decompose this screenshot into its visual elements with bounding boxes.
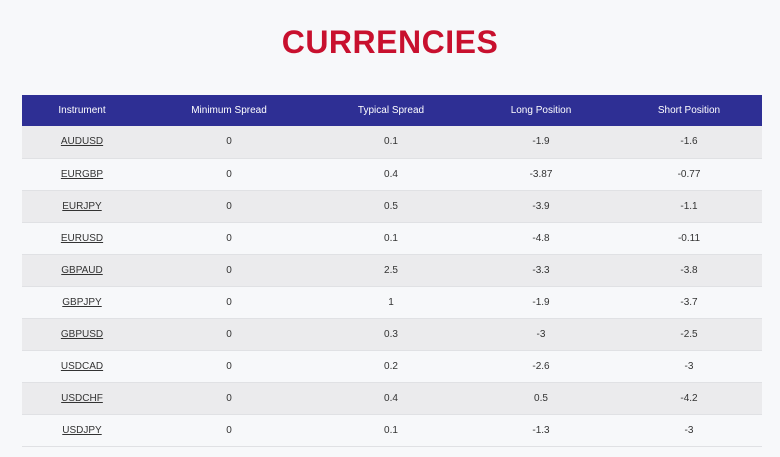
table-row: GBPJPY 0 1 -1.9 -3.7 bbox=[22, 286, 762, 319]
instrument-link[interactable]: GBPAUD bbox=[61, 265, 103, 276]
short-position-cell: -0.77 bbox=[616, 158, 762, 191]
minimum-spread-cell: 0 bbox=[142, 190, 316, 223]
table-row: EURUSD 0 0.1 -4.8 -0.11 bbox=[22, 222, 762, 255]
currencies-table: Instrument Minimum Spread Typical Spread… bbox=[22, 95, 762, 447]
instrument-link[interactable]: GBPJPY bbox=[62, 297, 101, 308]
short-position-cell: -3 bbox=[616, 350, 762, 383]
short-position-cell: -0.11 bbox=[616, 222, 762, 255]
table-body: AUDUSD 0 0.1 -1.9 -1.6 EURGBP 0 0.4 -3.87 -0.77 EU… bbox=[22, 126, 762, 447]
instrument-cell: GBPUSD bbox=[22, 318, 142, 351]
minimum-spread-cell: 0 bbox=[142, 158, 316, 191]
long-position-cell: -1.9 bbox=[466, 286, 616, 319]
typical-spread-cell: 0.2 bbox=[316, 350, 466, 383]
table-row: EURJPY 0 0.5 -3.9 -1.1 bbox=[22, 190, 762, 223]
table-row: EURGBP 0 0.4 -3.87 -0.77 bbox=[22, 158, 762, 191]
minimum-spread-cell: 0 bbox=[142, 254, 316, 287]
long-position-cell: -1.9 bbox=[466, 126, 616, 159]
column-header-instrument: Instrument bbox=[58, 105, 106, 116]
table-row: USDJPY 0 0.1 -1.3 -3 bbox=[22, 414, 762, 447]
minimum-spread-cell: 0 bbox=[142, 350, 316, 383]
instrument-cell: AUDUSD bbox=[22, 126, 142, 159]
currencies-table-container: Instrument Minimum Spread Typical Spread… bbox=[22, 95, 762, 447]
minimum-spread-cell: 0 bbox=[142, 222, 316, 255]
long-position-cell: -3 bbox=[466, 318, 616, 351]
minimum-spread-cell: 0 bbox=[142, 414, 316, 447]
typical-spread-cell: 2.5 bbox=[316, 254, 466, 287]
table-row: AUDUSD 0 0.1 -1.9 -1.6 bbox=[22, 126, 762, 159]
minimum-spread-cell: 0 bbox=[142, 318, 316, 351]
table-row: GBPAUD 0 2.5 -3.3 -3.8 bbox=[22, 254, 762, 287]
instrument-link[interactable]: GBPUSD bbox=[61, 329, 103, 340]
table-row: USDCHF 0 0.4 0.5 -4.2 bbox=[22, 382, 762, 415]
table-row: USDCAD 0 0.2 -2.6 -3 bbox=[22, 350, 762, 383]
short-position-cell: -1.1 bbox=[616, 190, 762, 223]
column-header-typical-spread: Typical Spread bbox=[357, 105, 425, 116]
long-position-cell: -3.87 bbox=[466, 158, 616, 191]
long-position-cell: -3.3 bbox=[466, 254, 616, 287]
instrument-link[interactable]: EURGBP bbox=[61, 169, 103, 180]
instrument-cell: GBPJPY bbox=[22, 286, 142, 319]
instrument-link[interactable]: AUDUSD bbox=[61, 136, 103, 147]
typical-spread-cell: 0.1 bbox=[316, 126, 466, 159]
long-position-cell: -3.9 bbox=[466, 190, 616, 223]
instrument-cell: USDJPY bbox=[22, 414, 142, 447]
minimum-spread-cell: 0 bbox=[142, 286, 316, 319]
short-position-cell: -3.8 bbox=[616, 254, 762, 287]
instrument-link[interactable]: EURUSD bbox=[61, 233, 103, 244]
short-position-cell: -2.5 bbox=[616, 318, 762, 351]
instrument-cell: USDCHF bbox=[22, 382, 142, 415]
typical-spread-cell: 0.4 bbox=[316, 158, 466, 191]
short-position-cell: -4.2 bbox=[616, 382, 762, 415]
typical-spread-cell: 0.1 bbox=[316, 222, 466, 255]
typical-spread-cell: 0.4 bbox=[316, 382, 466, 415]
table-row: GBPUSD 0 0.3 -3 -2.5 bbox=[22, 318, 762, 351]
column-header-minimum-spread: Minimum Spread bbox=[191, 105, 267, 116]
long-position-cell: -4.8 bbox=[466, 222, 616, 255]
long-position-cell: -2.6 bbox=[466, 350, 616, 383]
instrument-cell: GBPAUD bbox=[22, 254, 142, 287]
instrument-cell: EURJPY bbox=[22, 190, 142, 223]
instrument-link[interactable]: USDCAD bbox=[61, 361, 103, 372]
column-header-long-position: Long Position bbox=[510, 105, 572, 116]
instrument-cell: EURGBP bbox=[22, 158, 142, 191]
column-header-short-position: Short Position bbox=[657, 105, 721, 116]
short-position-cell: -3 bbox=[616, 414, 762, 447]
instrument-cell: USDCAD bbox=[22, 350, 142, 383]
table-header-row: Instrument Minimum Spread Typical Spread… bbox=[22, 95, 762, 126]
typical-spread-cell: 0.3 bbox=[316, 318, 466, 351]
instrument-cell: EURUSD bbox=[22, 222, 142, 255]
short-position-cell: -3.7 bbox=[616, 286, 762, 319]
minimum-spread-cell: 0 bbox=[142, 382, 316, 415]
short-position-cell: -1.6 bbox=[616, 126, 762, 159]
typical-spread-cell: 1 bbox=[316, 286, 466, 319]
page-title: CURRENCIES bbox=[281, 24, 499, 60]
instrument-link[interactable]: USDCHF bbox=[61, 393, 103, 404]
minimum-spread-cell: 0 bbox=[142, 126, 316, 159]
table-header: Instrument Minimum Spread Typical Spread… bbox=[22, 95, 762, 126]
instrument-link[interactable]: USDJPY bbox=[62, 425, 101, 436]
long-position-cell: -1.3 bbox=[466, 414, 616, 447]
typical-spread-cell: 0.5 bbox=[316, 190, 466, 223]
long-position-cell: 0.5 bbox=[466, 382, 616, 415]
instrument-link[interactable]: EURJPY bbox=[62, 201, 101, 212]
typical-spread-cell: 0.1 bbox=[316, 414, 466, 447]
